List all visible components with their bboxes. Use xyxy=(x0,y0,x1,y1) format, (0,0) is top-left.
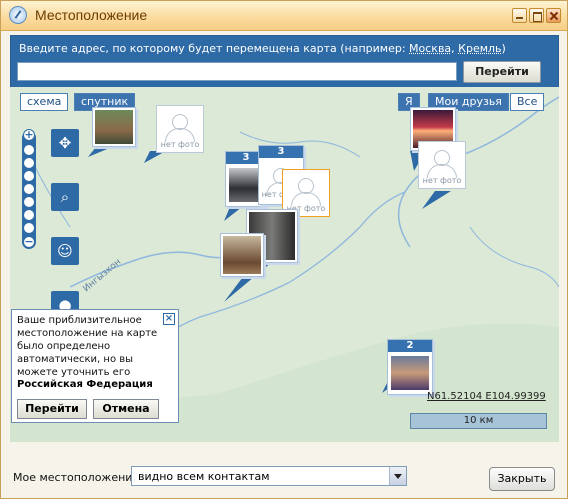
zoom-level[interactable] xyxy=(24,171,34,181)
address-go-button[interactable]: Перейти xyxy=(463,61,541,83)
zoom-out-icon[interactable]: − xyxy=(23,236,35,248)
close-window-button[interactable] xyxy=(546,8,561,23)
title-bar: Местоположение xyxy=(1,1,567,31)
my-location-label: Мое местоположение: xyxy=(13,471,143,484)
example-link-kremlin[interactable]: Кремль xyxy=(458,42,501,55)
no-photo-marker[interactable]: нет фото xyxy=(156,105,204,153)
popup-go-button[interactable]: Перейти xyxy=(17,399,87,419)
popup-country: Российская Федерация xyxy=(17,379,153,390)
maximize-button[interactable] xyxy=(529,8,544,23)
location-popup: Ваше приблизительное местоположение на к… xyxy=(11,309,179,423)
window-title: Местоположение xyxy=(35,7,148,23)
map-view[interactable]: Ингызхон схема спутник Я Мои друзья Все … xyxy=(10,87,559,442)
zoom-in-icon[interactable]: + xyxy=(23,129,35,141)
popup-cancel-button[interactable]: Отмена xyxy=(93,399,159,419)
zoom-level[interactable] xyxy=(24,158,34,168)
no-photo-marker[interactable]: нет фото xyxy=(418,141,466,189)
filter-all[interactable]: Все xyxy=(510,93,545,111)
chevron-down-icon[interactable] xyxy=(389,467,406,485)
compass-icon xyxy=(9,6,27,24)
popup-text: Ваше приблизительное местоположение на к… xyxy=(17,315,158,378)
zoom-slider[interactable]: + − xyxy=(22,129,36,249)
zoom-level[interactable] xyxy=(24,223,34,233)
zoom-level[interactable] xyxy=(24,197,34,207)
location-window: Местоположение Введите адрес, по котором… xyxy=(0,0,568,499)
zoom-level[interactable] xyxy=(24,210,34,220)
scale-bar: 10 км xyxy=(410,413,547,429)
address-input[interactable] xyxy=(17,62,457,81)
pan-tool-icon[interactable]: ✥ xyxy=(51,129,79,157)
minimize-button[interactable] xyxy=(512,8,527,23)
cluster-marker[interactable]: 2 xyxy=(387,339,433,395)
zoom-level[interactable] xyxy=(24,145,34,155)
zoom-level[interactable] xyxy=(24,184,34,194)
contact-photo-marker[interactable] xyxy=(92,107,136,147)
zoom-area-tool-icon[interactable]: ⌕ xyxy=(51,183,79,211)
example-link-moscow[interactable]: Москва xyxy=(409,42,451,55)
contact-photo-marker[interactable] xyxy=(220,233,264,277)
popup-close-icon[interactable]: × xyxy=(163,313,175,325)
coordinates-link[interactable]: N61.52104 E104.99399 xyxy=(427,391,546,402)
tab-scheme[interactable]: схема xyxy=(20,93,69,111)
contact-marker-icon[interactable]: ☺ xyxy=(51,237,79,265)
visibility-select[interactable]: видно всем контактам xyxy=(131,466,407,486)
close-button[interactable]: Закрыть xyxy=(489,467,555,491)
address-prompt: Введите адрес, по которому будет перемещ… xyxy=(19,42,506,55)
